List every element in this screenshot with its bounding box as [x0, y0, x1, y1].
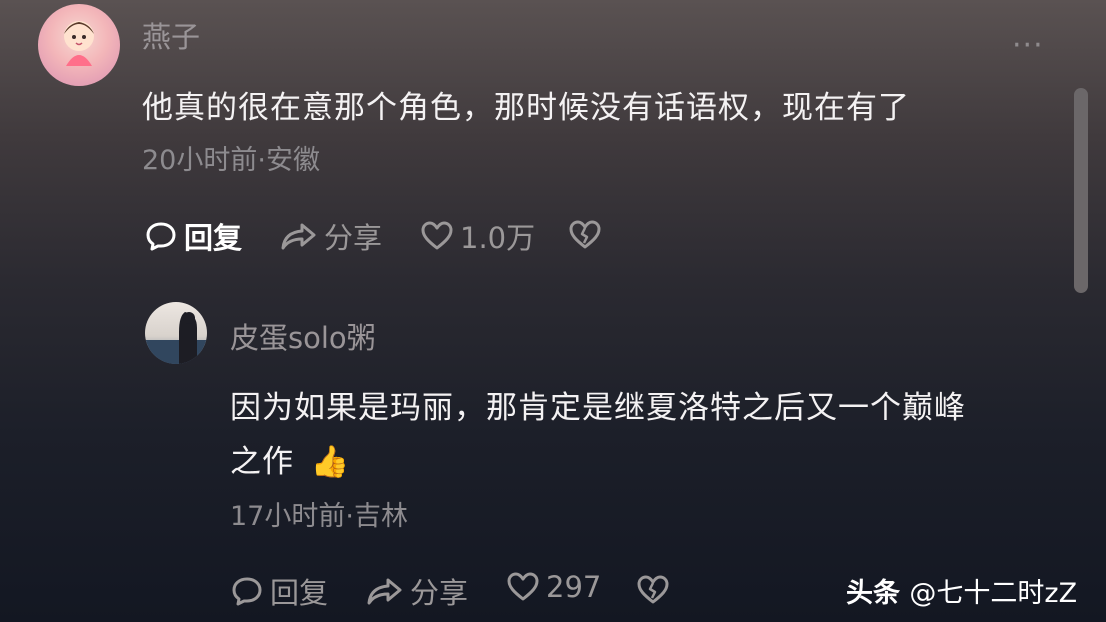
like-button[interactable]: 297 [506, 570, 601, 604]
avatar[interactable] [38, 4, 120, 86]
scrollbar-thumb[interactable] [1074, 88, 1088, 293]
heart-icon [421, 221, 453, 250]
comment-text: 他真的很在意那个角色，那时候没有话语权，现在有了 [142, 90, 910, 126]
comment-username[interactable]: 皮蛋solo粥 [230, 315, 376, 357]
share-arrow-icon [281, 223, 316, 250]
thumbs-up-emoji: 👍 [310, 444, 351, 480]
like-count: 1.0万 [460, 221, 536, 255]
avatar-photo [145, 312, 207, 364]
comment-username[interactable]: 燕子 [142, 14, 200, 56]
share-arrow-icon [367, 578, 402, 605]
reply-button[interactable]: 回复 [230, 570, 328, 612]
watermark: 头条 @七十二时zZ [846, 571, 1077, 610]
dislike-button[interactable] [568, 219, 602, 255]
more-options-icon[interactable]: ··· [1012, 28, 1044, 63]
watermark-handle: @七十二时zZ [909, 578, 1078, 609]
avatar[interactable] [145, 302, 207, 364]
share-button[interactable]: 分享 [366, 570, 468, 612]
broken-heart-icon [637, 575, 669, 604]
share-button[interactable]: 分享 [280, 215, 382, 257]
share-label: 分享 [324, 221, 383, 255]
dislike-button[interactable] [636, 574, 670, 610]
reply-label: 回复 [270, 576, 329, 610]
comment-bubble-icon [232, 577, 262, 606]
comment-text-line2: 之作 👍 [230, 436, 350, 481]
watermark-brand: 头条 [846, 578, 900, 609]
comment-meta: 20小时前·安徽 [142, 145, 320, 176]
reply-button[interactable]: 回复 [144, 215, 242, 257]
comment-text: 因为如果是玛丽，那肯定是继夏洛特之后又一个巅峰 [230, 390, 966, 426]
like-button[interactable]: 1.0万 [420, 215, 535, 257]
comment-text-continued: 之作 [230, 444, 294, 480]
broken-heart-icon [569, 220, 601, 249]
comment-meta: 17小时前·吉林 [230, 501, 408, 532]
share-label: 分享 [410, 576, 469, 610]
avatar-illustration [64, 21, 94, 66]
heart-icon [507, 572, 539, 601]
like-count: 297 [546, 570, 602, 604]
reply-label: 回复 [184, 221, 243, 255]
comment-bubble-icon [146, 222, 176, 251]
